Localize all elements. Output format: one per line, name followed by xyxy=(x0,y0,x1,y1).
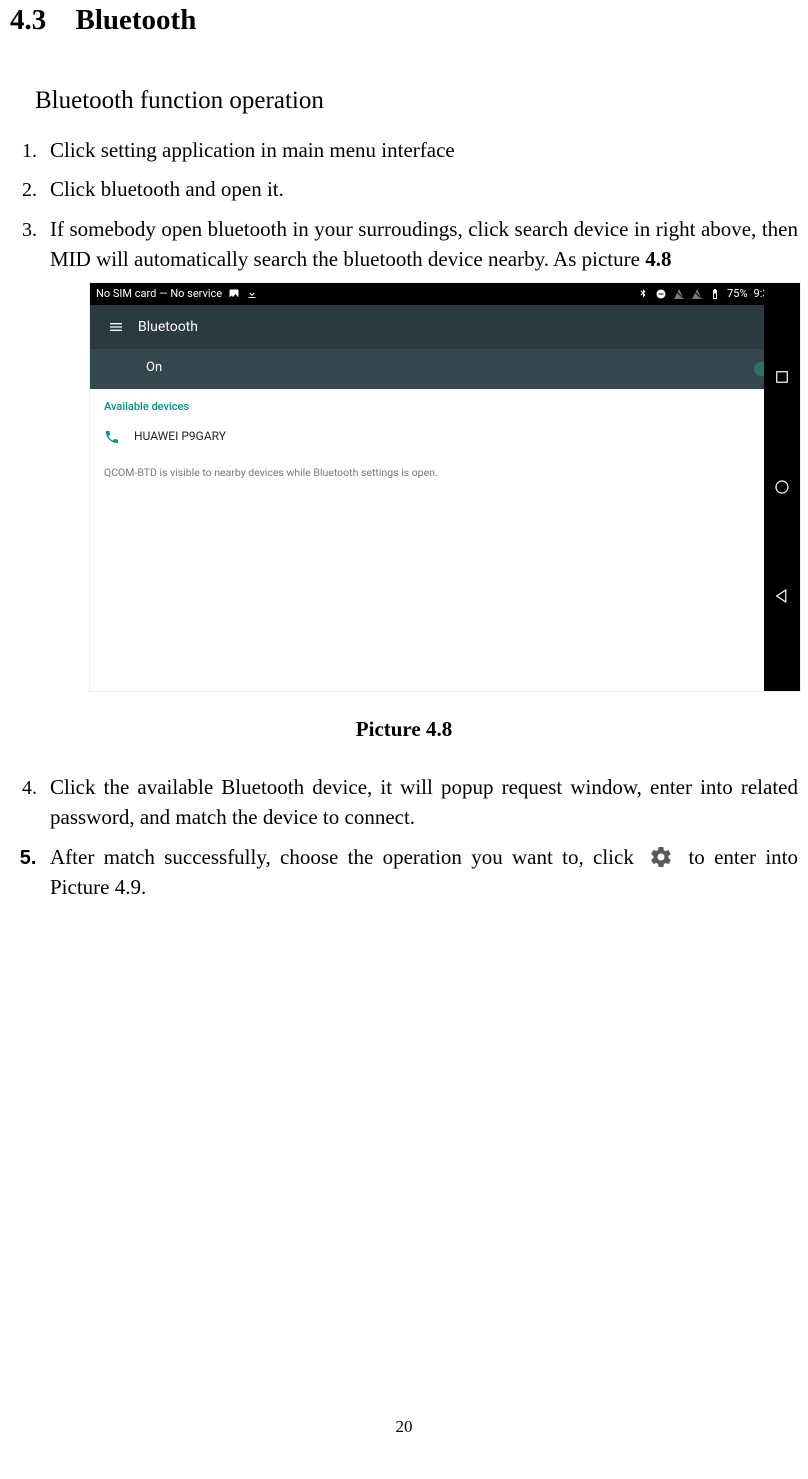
figure-screenshot: No SIM card — No service xyxy=(90,283,800,691)
back-button[interactable] xyxy=(773,587,791,605)
section-heading: 4.3 Bluetooth xyxy=(10,4,798,37)
dnd-icon xyxy=(655,288,667,300)
system-nav-bar xyxy=(764,283,800,691)
bluetooth-icon xyxy=(637,288,649,300)
app-bar-title: Bluetooth xyxy=(138,317,198,337)
no-signal-1-icon xyxy=(673,288,685,300)
image-icon xyxy=(228,288,240,300)
hamburger-menu-button[interactable] xyxy=(98,309,134,345)
bluetooth-toggle-row[interactable]: On xyxy=(90,349,800,389)
visibility-note: QCOM-BTD is visible to nearby devices wh… xyxy=(90,455,764,480)
download-icon xyxy=(246,288,258,300)
device-name: HUAWEI P9GARY xyxy=(134,428,226,445)
steps-list-cont: Click the available Bluetooth device, it… xyxy=(10,772,798,903)
app-bar: Bluetooth xyxy=(90,305,800,349)
step-2: Click bluetooth and open it. xyxy=(42,174,798,204)
square-icon xyxy=(773,368,791,386)
battery-percent: 75% xyxy=(727,286,747,302)
step-3: If somebody open bluetooth in your surro… xyxy=(42,214,798,691)
circle-icon xyxy=(773,478,791,496)
available-devices-label: Available devices xyxy=(90,389,764,419)
no-signal-2-icon xyxy=(691,288,703,300)
gear-icon xyxy=(647,845,675,869)
home-button[interactable] xyxy=(773,478,791,496)
page-number: 20 xyxy=(0,1417,808,1437)
step-2-text: Click bluetooth and open it. xyxy=(50,177,284,201)
step-3-ref: 4.8 xyxy=(645,247,671,271)
toggle-label: On xyxy=(146,359,162,378)
status-left: No SIM card — No service xyxy=(96,286,258,302)
step-1-text: Click setting application in main menu i… xyxy=(50,138,455,162)
recent-apps-button[interactable] xyxy=(773,368,791,386)
device-frame: No SIM card — No service xyxy=(90,283,800,691)
section-number: 4.3 xyxy=(10,4,46,37)
step-1: Click setting application in main menu i… xyxy=(42,135,798,165)
battery-icon xyxy=(709,288,721,300)
phone-icon xyxy=(104,429,134,445)
status-bar: No SIM card — No service xyxy=(90,283,800,305)
steps-list: Click setting application in main menu i… xyxy=(10,135,798,691)
step-5-text-a: After match successfully, choose the ope… xyxy=(50,845,643,869)
hamburger-icon xyxy=(108,319,124,335)
section-title: Bluetooth xyxy=(76,4,197,37)
subheading: Bluetooth function operation xyxy=(35,87,798,115)
figure-caption: Picture 4.8 xyxy=(10,717,798,742)
content-area: Available devices HUAWEI P9GARY QCOM-BTD… xyxy=(90,389,764,691)
step-4-text: Click the available Bluetooth device, it… xyxy=(50,775,798,829)
step-3-text-a: If somebody open bluetooth in your surro… xyxy=(50,217,798,271)
step-4: Click the available Bluetooth device, it… xyxy=(42,772,798,833)
status-sim-text: No SIM card — No service xyxy=(96,286,222,302)
triangle-back-icon xyxy=(773,587,791,605)
device-row[interactable]: HUAWEI P9GARY xyxy=(90,419,764,455)
step-5: After match successfully, choose the ope… xyxy=(42,842,798,903)
